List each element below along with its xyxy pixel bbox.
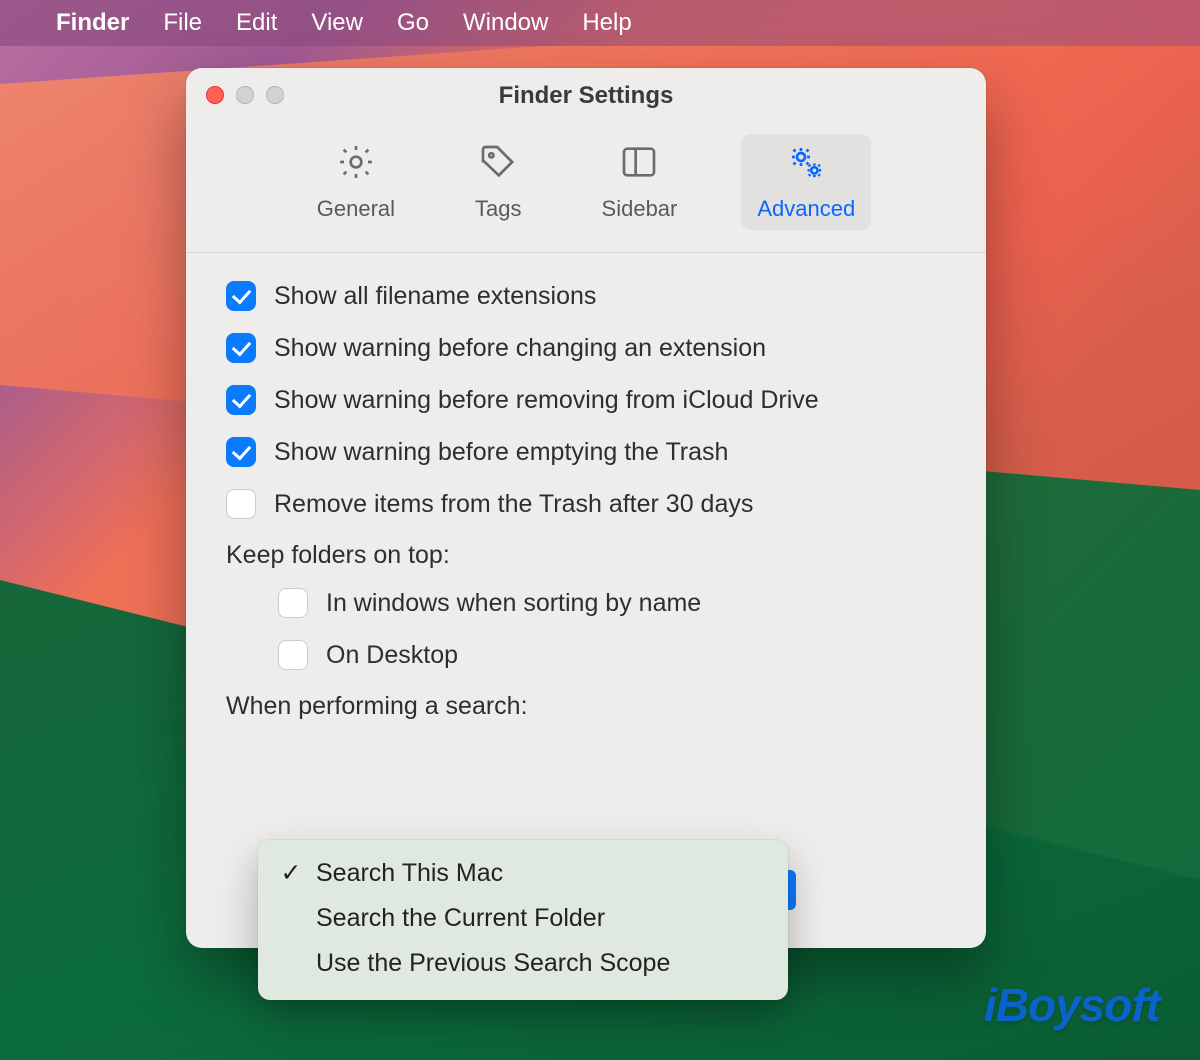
search-section-label: When performing a search: xyxy=(226,692,946,721)
checkbox-warn-empty-trash[interactable] xyxy=(226,437,256,467)
search-option-current-folder[interactable]: Search the Current Folder xyxy=(258,896,788,941)
search-option-previous-scope[interactable]: Use the Previous Search Scope xyxy=(258,941,788,986)
tag-icon xyxy=(478,142,518,188)
tab-label: Sidebar xyxy=(602,196,678,222)
checkbox-label: Show warning before changing an extensio… xyxy=(274,334,766,363)
checkbox-trash-30-days[interactable] xyxy=(226,489,256,519)
menu-go[interactable]: Go xyxy=(397,9,429,37)
tab-label: Advanced xyxy=(757,196,855,222)
checkbox-label: Show warning before emptying the Trash xyxy=(274,438,728,467)
checkbox-label: On Desktop xyxy=(326,641,458,670)
titlebar: Finder Settings xyxy=(186,68,986,124)
window-title: Finder Settings xyxy=(186,82,986,110)
search-option-this-mac[interactable]: ✓ Search This Mac xyxy=(258,850,788,896)
finder-settings-window: Finder Settings General Tags Sidebar Adv… xyxy=(186,68,986,948)
tab-label: General xyxy=(317,196,395,222)
menu-window[interactable]: Window xyxy=(463,9,548,37)
checkbox-show-extensions[interactable] xyxy=(226,281,256,311)
checkmark-icon: ✓ xyxy=(280,858,302,888)
zoom-window-button[interactable] xyxy=(266,86,284,104)
advanced-pane: Show all filename extensions Show warnin… xyxy=(186,253,986,779)
checkbox-warn-change-extension[interactable] xyxy=(226,333,256,363)
tab-tags[interactable]: Tags xyxy=(459,134,537,230)
settings-toolbar: General Tags Sidebar Advanced xyxy=(186,124,986,253)
checkbox-folders-top-windows[interactable] xyxy=(278,588,308,618)
tab-sidebar[interactable]: Sidebar xyxy=(586,134,694,230)
checkbox-label: In windows when sorting by name xyxy=(326,589,701,618)
tab-advanced[interactable]: Advanced xyxy=(741,134,871,230)
checkbox-folders-top-desktop[interactable] xyxy=(278,640,308,670)
menu-bar: Finder File Edit View Go Window Help xyxy=(0,0,1200,46)
option-label: Use the Previous Search Scope xyxy=(316,949,670,978)
sidebar-icon xyxy=(619,142,659,188)
menu-file[interactable]: File xyxy=(163,9,202,37)
checkbox-label: Remove items from the Trash after 30 day… xyxy=(274,490,753,519)
close-window-button[interactable] xyxy=(206,86,224,104)
search-scope-menu: ✓ Search This Mac Search the Current Fol… xyxy=(258,840,788,1000)
tab-label: Tags xyxy=(475,196,521,222)
tab-general[interactable]: General xyxy=(301,134,411,230)
menu-view[interactable]: View xyxy=(311,9,363,37)
menu-edit[interactable]: Edit xyxy=(236,9,277,37)
checkbox-warn-icloud-remove[interactable] xyxy=(226,385,256,415)
gear-icon xyxy=(336,142,376,188)
menu-app-name[interactable]: Finder xyxy=(56,9,129,37)
minimize-window-button[interactable] xyxy=(236,86,254,104)
menu-help[interactable]: Help xyxy=(582,9,631,37)
keep-folders-section-label: Keep folders on top: xyxy=(226,541,946,570)
option-label: Search This Mac xyxy=(316,859,503,888)
checkbox-label: Show warning before removing from iCloud… xyxy=(274,386,819,415)
watermark-logo: iBoysoft xyxy=(984,978,1160,1032)
option-label: Search the Current Folder xyxy=(316,904,605,933)
gears-icon xyxy=(786,142,826,188)
checkbox-label: Show all filename extensions xyxy=(274,282,596,311)
